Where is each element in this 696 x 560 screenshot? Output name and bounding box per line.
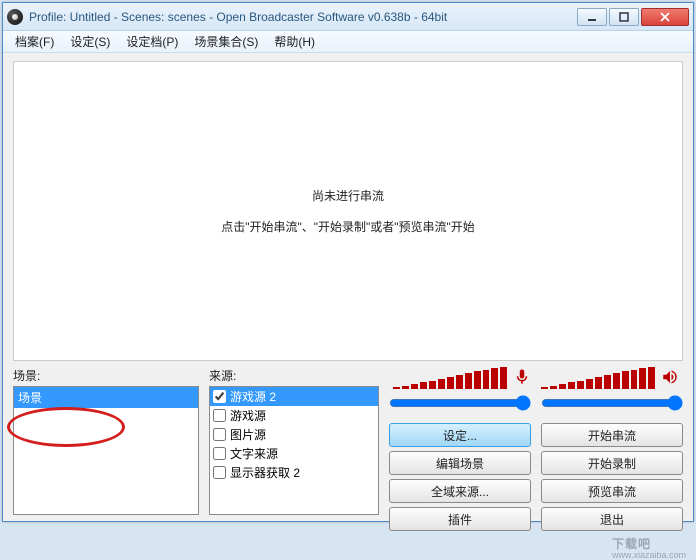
audio-meters <box>389 367 683 391</box>
microphone-icon[interactable] <box>513 368 531 389</box>
scenes-label: 场景: <box>13 367 199 384</box>
menu-scene-collection[interactable]: 场景集合(S) <box>186 31 266 52</box>
desktop-volume-slider[interactable] <box>541 395 683 411</box>
close-button[interactable] <box>641 8 689 26</box>
source-row[interactable]: 游戏源 <box>210 406 378 425</box>
minimize-icon <box>587 12 597 22</box>
scenes-panel: 场景: 场景 <box>13 367 199 515</box>
menu-help[interactable]: 帮助(H) <box>266 31 323 52</box>
minimize-button[interactable] <box>577 8 607 26</box>
menu-settings[interactable]: 设定(S) <box>62 31 118 52</box>
watermark: 下载吧 www.xiazaiba.com <box>612 528 686 560</box>
bottom-panel: 场景: 场景 来源: 游戏源 2 游戏源 <box>13 367 683 515</box>
source-checkbox[interactable] <box>213 409 226 422</box>
client-area: 尚未进行串流 点击"开始串流"、"开始录制"或者"预览串流"开始 场景: 场景 … <box>3 53 693 521</box>
plugins-button[interactable]: 插件 <box>389 507 531 531</box>
source-checkbox[interactable] <box>213 466 226 479</box>
source-label: 显示器获取 2 <box>230 464 300 481</box>
source-row[interactable]: 游戏源 2 <box>210 387 378 406</box>
maximize-button[interactable] <box>609 8 639 26</box>
source-checkbox[interactable] <box>213 428 226 441</box>
start-stream-button[interactable]: 开始串流 <box>541 423 683 447</box>
mic-bars <box>393 367 509 389</box>
source-label: 游戏源 <box>230 407 266 424</box>
preview-status-line1: 尚未进行串流 <box>312 187 384 204</box>
watermark-text: 下载吧 <box>612 537 651 551</box>
menubar: 档案(F) 设定(S) 设定档(P) 场景集合(S) 帮助(H) <box>3 31 693 53</box>
source-checkbox[interactable] <box>213 447 226 460</box>
mic-slider-wrap <box>389 395 531 411</box>
scenes-listbox[interactable]: 场景 <box>13 386 199 515</box>
source-row[interactable]: 显示器获取 2 <box>210 463 378 482</box>
window-title: Profile: Untitled - Scenes: scenes - Ope… <box>29 10 577 24</box>
window-controls <box>577 8 689 26</box>
source-row[interactable]: 图片源 <box>210 425 378 444</box>
sources-label: 来源: <box>209 367 379 384</box>
source-label: 文字来源 <box>230 445 278 462</box>
menu-profiles[interactable]: 设定档(P) <box>118 31 186 52</box>
controls-panel: 设定... 开始串流 编辑场景 开始录制 全域来源... 预览串流 插件 退出 <box>389 367 683 515</box>
sources-panel: 来源: 游戏源 2 游戏源 图片源 <box>209 367 379 515</box>
source-row[interactable]: 文字来源 <box>210 444 378 463</box>
source-label: 图片源 <box>230 426 266 443</box>
desktop-bars <box>541 367 657 389</box>
source-checkbox[interactable] <box>213 390 226 403</box>
global-sources-button[interactable]: 全域来源... <box>389 479 531 503</box>
menu-file[interactable]: 档案(F) <box>7 31 62 52</box>
source-label: 游戏源 2 <box>230 388 276 405</box>
preview-stream-button[interactable]: 预览串流 <box>541 479 683 503</box>
settings-button[interactable]: 设定... <box>389 423 531 447</box>
desktop-meter <box>541 367 679 389</box>
maximize-icon <box>619 12 629 22</box>
mic-volume-slider[interactable] <box>389 395 531 411</box>
app-icon <box>7 9 23 25</box>
start-record-button[interactable]: 开始录制 <box>541 451 683 475</box>
edit-scene-button[interactable]: 编辑场景 <box>389 451 531 475</box>
app-window: Profile: Untitled - Scenes: scenes - Ope… <box>2 2 694 522</box>
titlebar[interactable]: Profile: Untitled - Scenes: scenes - Ope… <box>3 3 693 31</box>
scene-row[interactable]: 场景 <box>14 387 198 408</box>
watermark-url: www.xiazaiba.com <box>612 550 686 560</box>
close-icon <box>660 12 670 22</box>
preview-area: 尚未进行串流 点击"开始串流"、"开始录制"或者"预览串流"开始 <box>13 61 683 361</box>
exit-button[interactable]: 退出 <box>541 507 683 531</box>
speaker-icon[interactable] <box>661 368 679 389</box>
mic-meter <box>393 367 531 389</box>
sources-listbox[interactable]: 游戏源 2 游戏源 图片源 文字来源 <box>209 386 379 515</box>
button-grid: 设定... 开始串流 编辑场景 开始录制 全域来源... 预览串流 插件 退出 <box>389 395 683 531</box>
preview-status-line2: 点击"开始串流"、"开始录制"或者"预览串流"开始 <box>221 218 475 235</box>
desktop-slider-wrap <box>541 395 683 411</box>
